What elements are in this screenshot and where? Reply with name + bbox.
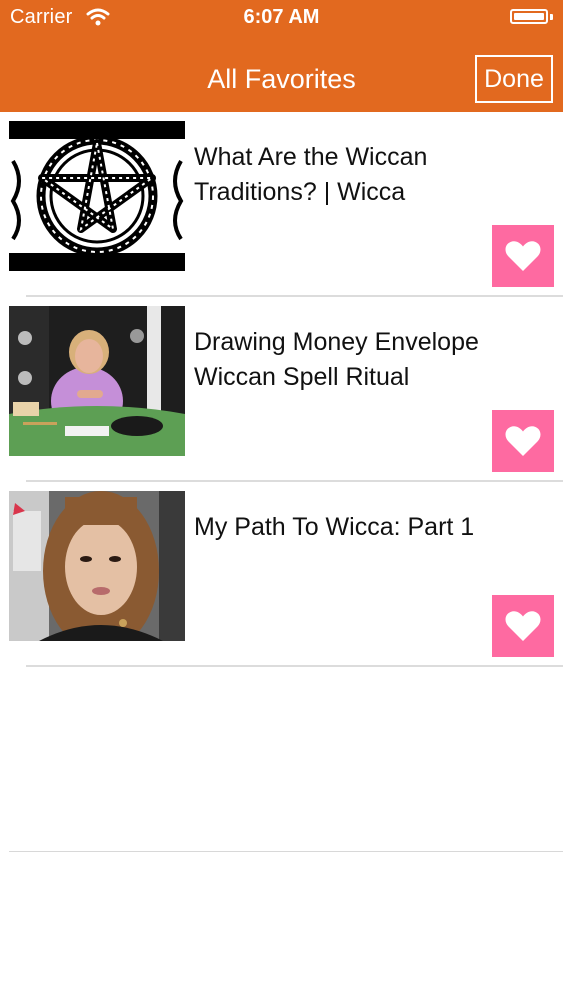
battery-icon	[510, 9, 548, 24]
empty-area-divider	[9, 851, 563, 852]
video-title[interactable]: Drawing Money Envelope Wiccan Spell Ritu…	[194, 325, 494, 395]
done-button[interactable]: Done	[475, 55, 553, 103]
status-time: 6:07 AM	[243, 6, 320, 28]
favorites-list: What Are the Wiccan Traditions? | Wicca	[0, 112, 563, 667]
woman-at-table-thumbnail	[9, 306, 185, 456]
video-thumbnail[interactable]	[9, 121, 185, 271]
status-bar: Carrier 6:07 AM	[0, 0, 563, 38]
video-thumbnail[interactable]	[9, 306, 185, 456]
video-title[interactable]: My Path To Wicca: Part 1	[194, 510, 494, 545]
favorite-button[interactable]	[492, 595, 554, 657]
heart-icon	[505, 241, 541, 271]
favorite-button[interactable]	[492, 410, 554, 472]
list-item[interactable]: My Path To Wicca: Part 1	[0, 482, 563, 667]
list-item[interactable]: What Are the Wiccan Traditions? | Wicca	[0, 112, 563, 297]
heart-icon	[505, 426, 541, 456]
navigation-header: Carrier 6:07 AM All Favorites Done	[0, 0, 563, 112]
webcam-girl-thumbnail	[9, 491, 185, 641]
video-title[interactable]: What Are the Wiccan Traditions? | Wicca	[194, 140, 494, 210]
pentacle-thumbnail	[9, 121, 185, 271]
battery-cap	[550, 14, 553, 20]
row-separator	[26, 665, 563, 667]
video-thumbnail[interactable]	[9, 491, 185, 641]
favorite-button[interactable]	[492, 225, 554, 287]
list-item[interactable]: Drawing Money Envelope Wiccan Spell Ritu…	[0, 297, 563, 482]
heart-icon	[505, 611, 541, 641]
